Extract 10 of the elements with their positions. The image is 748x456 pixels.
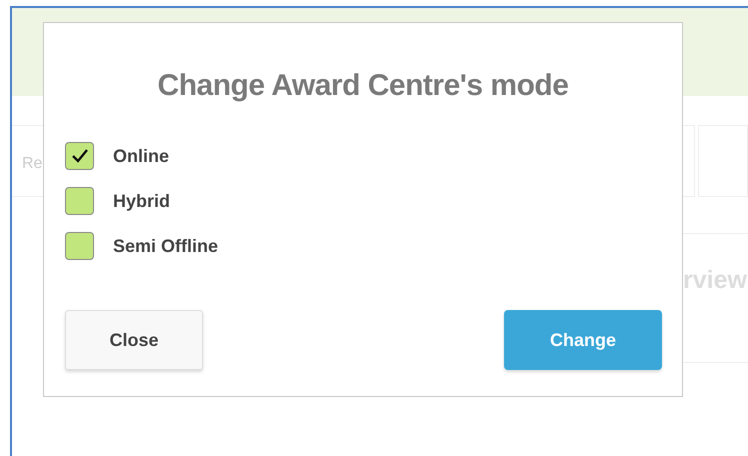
close-button[interactable]: Close xyxy=(65,310,203,370)
check-icon xyxy=(70,147,90,165)
checkbox[interactable] xyxy=(65,187,94,215)
option-label: Hybrid xyxy=(113,190,170,213)
option-label: Online xyxy=(113,144,170,168)
checkbox[interactable] xyxy=(65,142,94,170)
option-label: Semi Offline xyxy=(113,234,218,258)
dialog-title: Change Award Centre's mode xyxy=(156,68,570,104)
change-button[interactable]: Change xyxy=(504,310,662,370)
checkbox[interactable] xyxy=(65,232,94,260)
